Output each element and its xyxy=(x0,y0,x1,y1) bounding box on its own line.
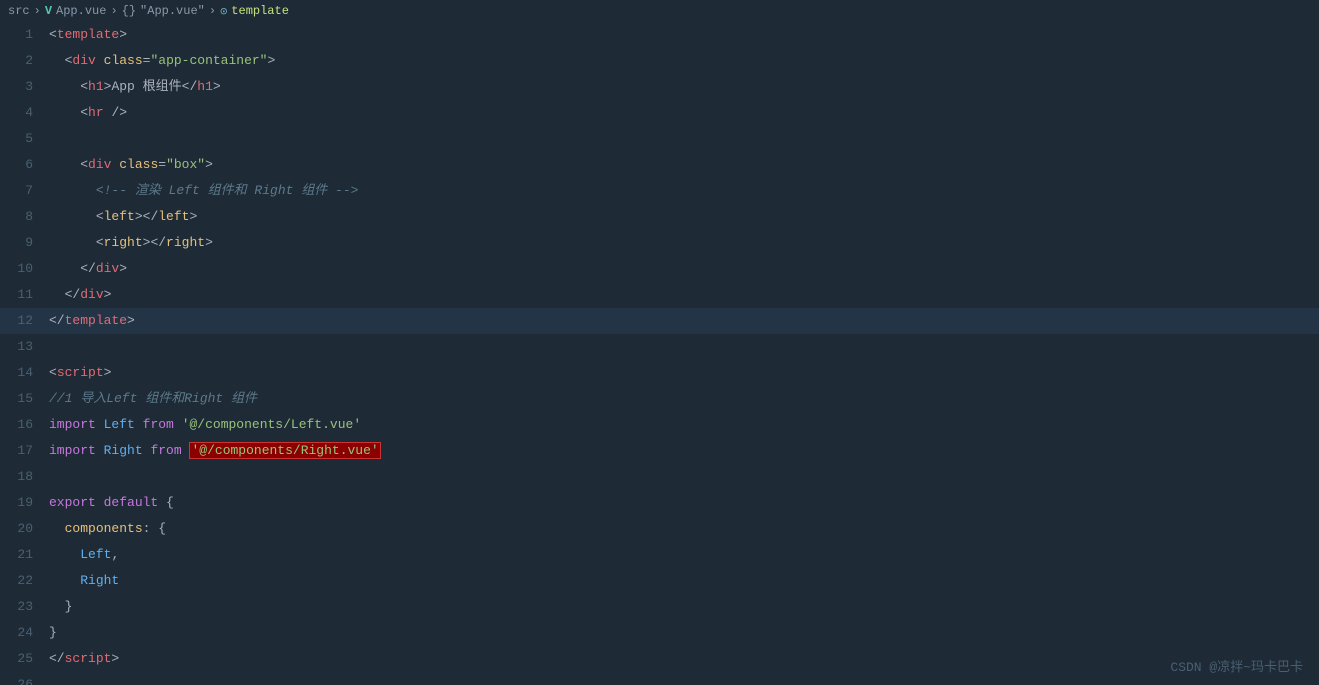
watermark: CSDN @凉拌~玛卡巴卡 xyxy=(1170,656,1303,675)
bc-vue-icon: V xyxy=(45,4,52,18)
code-content-24: } xyxy=(45,620,1319,646)
line-number-2: 2 xyxy=(0,48,45,74)
code-line-13: 13 xyxy=(0,334,1319,360)
code-line-11: 11 </div> xyxy=(0,282,1319,308)
code-line-26: 26 xyxy=(0,672,1319,685)
code-line-15: 15 //1 导入Left 组件和Right 组件 xyxy=(0,386,1319,412)
code-line-7: 7 <!-- 渲染 Left 组件和 Right 组件 --> xyxy=(0,178,1319,204)
code-content-8: <left></left> xyxy=(45,204,1319,230)
bc-file2: "App.vue" xyxy=(140,4,205,18)
line-number-16: 16 xyxy=(0,412,45,438)
line-number-6: 6 xyxy=(0,152,45,178)
code-content-22: Right xyxy=(45,568,1319,594)
line-number-7: 7 xyxy=(0,178,45,204)
line-number-8: 8 xyxy=(0,204,45,230)
code-content-19: export default { xyxy=(45,490,1319,516)
bc-symbol-icon: ⊙ xyxy=(220,4,227,19)
code-content-26 xyxy=(45,672,1319,685)
line-number-26: 26 xyxy=(0,672,45,685)
code-content-9: <right></right> xyxy=(45,230,1319,256)
code-line-1: 1 <template> xyxy=(0,22,1319,48)
line-number-20: 20 xyxy=(0,516,45,542)
code-content-4: <hr /> xyxy=(45,100,1319,126)
code-line-19: 19 export default { xyxy=(0,490,1319,516)
code-line-9: 9 <right></right> xyxy=(0,230,1319,256)
line-number-11: 11 xyxy=(0,282,45,308)
code-content-5 xyxy=(45,126,1319,152)
line-number-5: 5 xyxy=(0,126,45,152)
bc-template: template xyxy=(231,4,289,18)
line-number-9: 9 xyxy=(0,230,45,256)
code-line-17: 17 import Right from '@/components/Right… xyxy=(0,438,1319,464)
code-content-1: <template> xyxy=(45,22,1319,48)
editor-area: 1 <template> 2 <div class="app-container… xyxy=(0,22,1319,685)
line-number-4: 4 xyxy=(0,100,45,126)
code-line-21: 21 Left, xyxy=(0,542,1319,568)
code-line-25: 25 </script> xyxy=(0,646,1319,672)
code-line-2: 2 <div class="app-container"> xyxy=(0,48,1319,74)
code-content-16: import Left from '@/components/Left.vue' xyxy=(45,412,1319,438)
code-content-15: //1 导入Left 组件和Right 组件 xyxy=(45,386,1319,412)
code-line-4: 4 <hr /> xyxy=(0,100,1319,126)
line-number-13: 13 xyxy=(0,334,45,360)
code-line-10: 10 </div> xyxy=(0,256,1319,282)
code-line-6: 6 <div class="box"> xyxy=(0,152,1319,178)
code-line-20: 20 components: { xyxy=(0,516,1319,542)
bc-file: App.vue xyxy=(56,4,106,18)
code-content-13 xyxy=(45,334,1319,360)
code-line-5: 5 xyxy=(0,126,1319,152)
bc-arrow-1: › xyxy=(34,4,41,18)
line-number-18: 18 xyxy=(0,464,45,490)
code-content-12: </template> xyxy=(45,308,1319,334)
line-number-25: 25 xyxy=(0,646,45,672)
code-content-25: </script> xyxy=(45,646,1319,672)
code-line-24: 24 } xyxy=(0,620,1319,646)
breadcrumb-bar: src › V App.vue › {} "App.vue" › ⊙ templ… xyxy=(0,0,1319,22)
code-content-7: <!-- 渲染 Left 组件和 Right 组件 --> xyxy=(45,178,1319,204)
code-line-22: 22 Right xyxy=(0,568,1319,594)
line-number-19: 19 xyxy=(0,490,45,516)
code-line-3: 3 <h1>App 根组件</h1> xyxy=(0,74,1319,100)
code-line-23: 23 } xyxy=(0,594,1319,620)
code-content-21: Left, xyxy=(45,542,1319,568)
line-number-1: 1 xyxy=(0,22,45,48)
bc-braces: {} xyxy=(122,4,136,18)
line-number-17: 17 xyxy=(0,438,45,464)
bc-arrow-3: › xyxy=(209,4,216,18)
code-content-18 xyxy=(45,464,1319,490)
code-content-11: </div> xyxy=(45,282,1319,308)
code-line-14: 14 <script> xyxy=(0,360,1319,386)
code-content-3: <h1>App 根组件</h1> xyxy=(45,74,1319,100)
line-number-3: 3 xyxy=(0,74,45,100)
code-content-6: <div class="box"> xyxy=(45,152,1319,178)
code-line-8: 8 <left></left> xyxy=(0,204,1319,230)
bc-src: src xyxy=(8,4,30,18)
line-number-14: 14 xyxy=(0,360,45,386)
bc-arrow-2: › xyxy=(110,4,117,18)
line-number-12: 12 xyxy=(0,308,45,334)
line-number-15: 15 xyxy=(0,386,45,412)
code-content-17: import Right from '@/components/Right.vu… xyxy=(45,438,1319,464)
code-content-2: <div class="app-container"> xyxy=(45,48,1319,74)
code-line-18: 18 xyxy=(0,464,1319,490)
line-number-23: 23 xyxy=(0,594,45,620)
code-line-16: 16 import Left from '@/components/Left.v… xyxy=(0,412,1319,438)
code-content-20: components: { xyxy=(45,516,1319,542)
code-content-10: </div> xyxy=(45,256,1319,282)
line-number-22: 22 xyxy=(0,568,45,594)
line-number-10: 10 xyxy=(0,256,45,282)
code-line-12: 12 </template> xyxy=(0,308,1319,334)
line-number-24: 24 xyxy=(0,620,45,646)
code-content-23: } xyxy=(45,594,1319,620)
code-content-14: <script> xyxy=(45,360,1319,386)
line-number-21: 21 xyxy=(0,542,45,568)
